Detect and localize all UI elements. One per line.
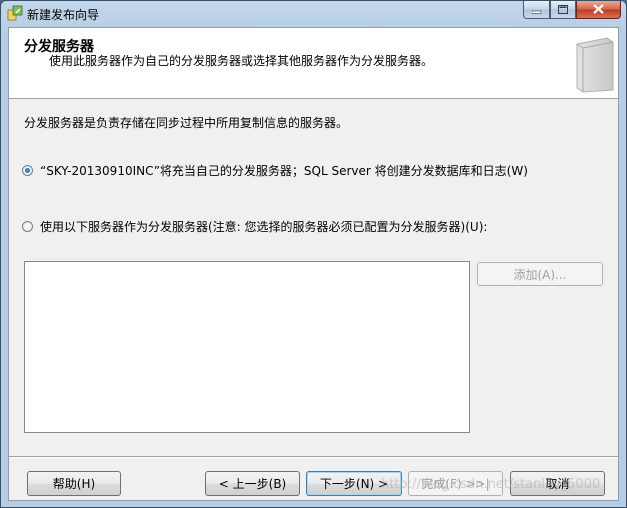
wizard-content: 分发服务器 使用此服务器作为自己的分发服务器或选择其他服务器作为分发服务器。 分… [8, 27, 619, 501]
close-button[interactable] [576, 1, 621, 19]
page-subtitle: 使用此服务器作为自己的分发服务器或选择其他服务器作为分发服务器。 [49, 54, 434, 68]
radio-self-distributor[interactable] [22, 165, 33, 176]
help-button-label: 帮助(H) [52, 477, 96, 491]
option-other-label[interactable]: 使用以下服务器作为分发服务器(注意: 您选择的服务器必须已配置为分发服务器)(U… [40, 218, 487, 235]
next-button-label: 下一步(N) > [319, 477, 389, 491]
minimize-icon [531, 3, 542, 17]
watermark: http://blog.csdn.net/stanley_5000 [381, 477, 601, 492]
wizard-header: 分发服务器 使用此服务器作为自己的分发服务器或选择其他服务器作为分发服务器。 [9, 28, 618, 99]
add-server-button[interactable]: 添加(A)... [477, 262, 603, 286]
option-self-label[interactable]: “SKY-20130910INC”将充当自己的分发服务器；SQL Server … [40, 162, 528, 179]
option-other-distributor[interactable]: 使用以下服务器作为分发服务器(注意: 您选择的服务器必须已配置为分发服务器)(U… [22, 218, 487, 235]
title-bar[interactable]: 新建发布向导 [1, 1, 626, 25]
wizard-graphic-icon [569, 34, 615, 94]
distributor-description: 分发服务器是负责存储在同步过程中所用复制信息的服务器。 [24, 116, 349, 130]
radio-other-distributor[interactable] [22, 221, 33, 232]
distributor-server-list[interactable] [24, 261, 470, 433]
option-self-distributor[interactable]: “SKY-20130910INC”将充当自己的分发服务器；SQL Server … [22, 162, 528, 179]
maximize-button[interactable] [550, 1, 576, 19]
minimize-button[interactable] [523, 1, 550, 19]
back-button[interactable]: < 上一步(B) [205, 471, 300, 496]
footer-divider [9, 456, 618, 458]
maximize-icon [558, 3, 568, 17]
wizard-window: 新建发布向导 分发服务器 使用此服务器作为自己的分发服务器或选择其他服务器作为分… [0, 0, 627, 508]
add-server-button-label: 添加(A)... [513, 267, 567, 282]
wizard-app-icon [7, 5, 23, 21]
window-title: 新建发布向导 [27, 8, 100, 22]
help-button[interactable]: 帮助(H) [27, 471, 121, 496]
back-button-label: < 上一步(B) [218, 477, 287, 491]
close-icon [593, 3, 604, 17]
